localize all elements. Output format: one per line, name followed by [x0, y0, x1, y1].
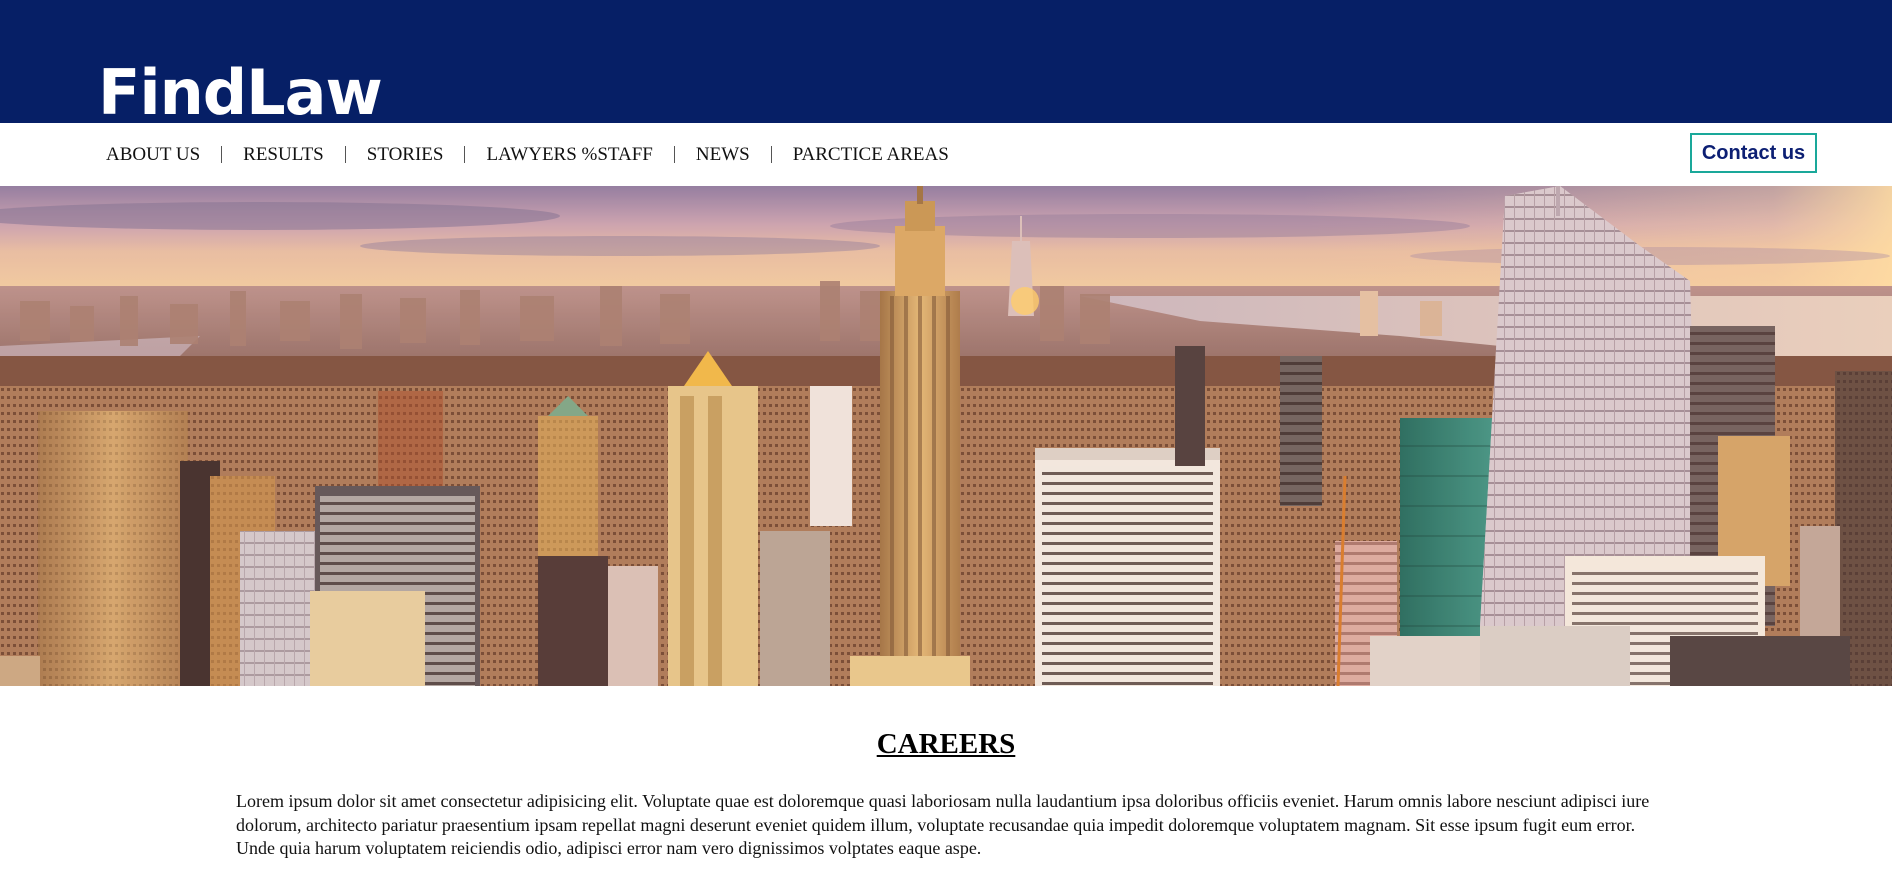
hero-skyline-image: [0, 186, 1892, 686]
nav-item-about-us[interactable]: ABOUT US: [106, 144, 200, 166]
nav-separator: [221, 146, 223, 163]
nav-item-stories[interactable]: STORIES: [367, 144, 444, 166]
site-header: FindLaw: [0, 0, 1892, 123]
nav-separator: [344, 146, 346, 163]
careers-body-text: Lorem ipsum dolor sit amet consectetur a…: [236, 791, 1650, 858]
nav-item-lawyers-staff[interactable]: LAWYERS %STAFF: [486, 144, 652, 166]
nav-list: ABOUT US RESULTS STORIES LAWYERS %STAFF …: [106, 123, 949, 186]
nav-item-practice-areas[interactable]: PARCTICE AREAS: [793, 144, 949, 166]
main-nav: ABOUT US RESULTS STORIES LAWYERS %STAFF …: [0, 123, 1892, 186]
nav-item-results[interactable]: RESULTS: [243, 144, 324, 166]
nav-item-news[interactable]: NEWS: [696, 144, 750, 166]
nav-separator: [770, 146, 772, 163]
careers-heading: CAREERS: [876, 728, 1016, 760]
careers-section: CAREERS Lorem ipsum dolor sit amet conse…: [0, 686, 1892, 886]
logo[interactable]: FindLaw: [98, 62, 383, 124]
skyline-illustration: [0, 186, 1892, 686]
nav-separator: [464, 146, 466, 163]
contact-us-button[interactable]: Contact us: [1690, 133, 1817, 173]
nav-separator: [673, 146, 675, 163]
